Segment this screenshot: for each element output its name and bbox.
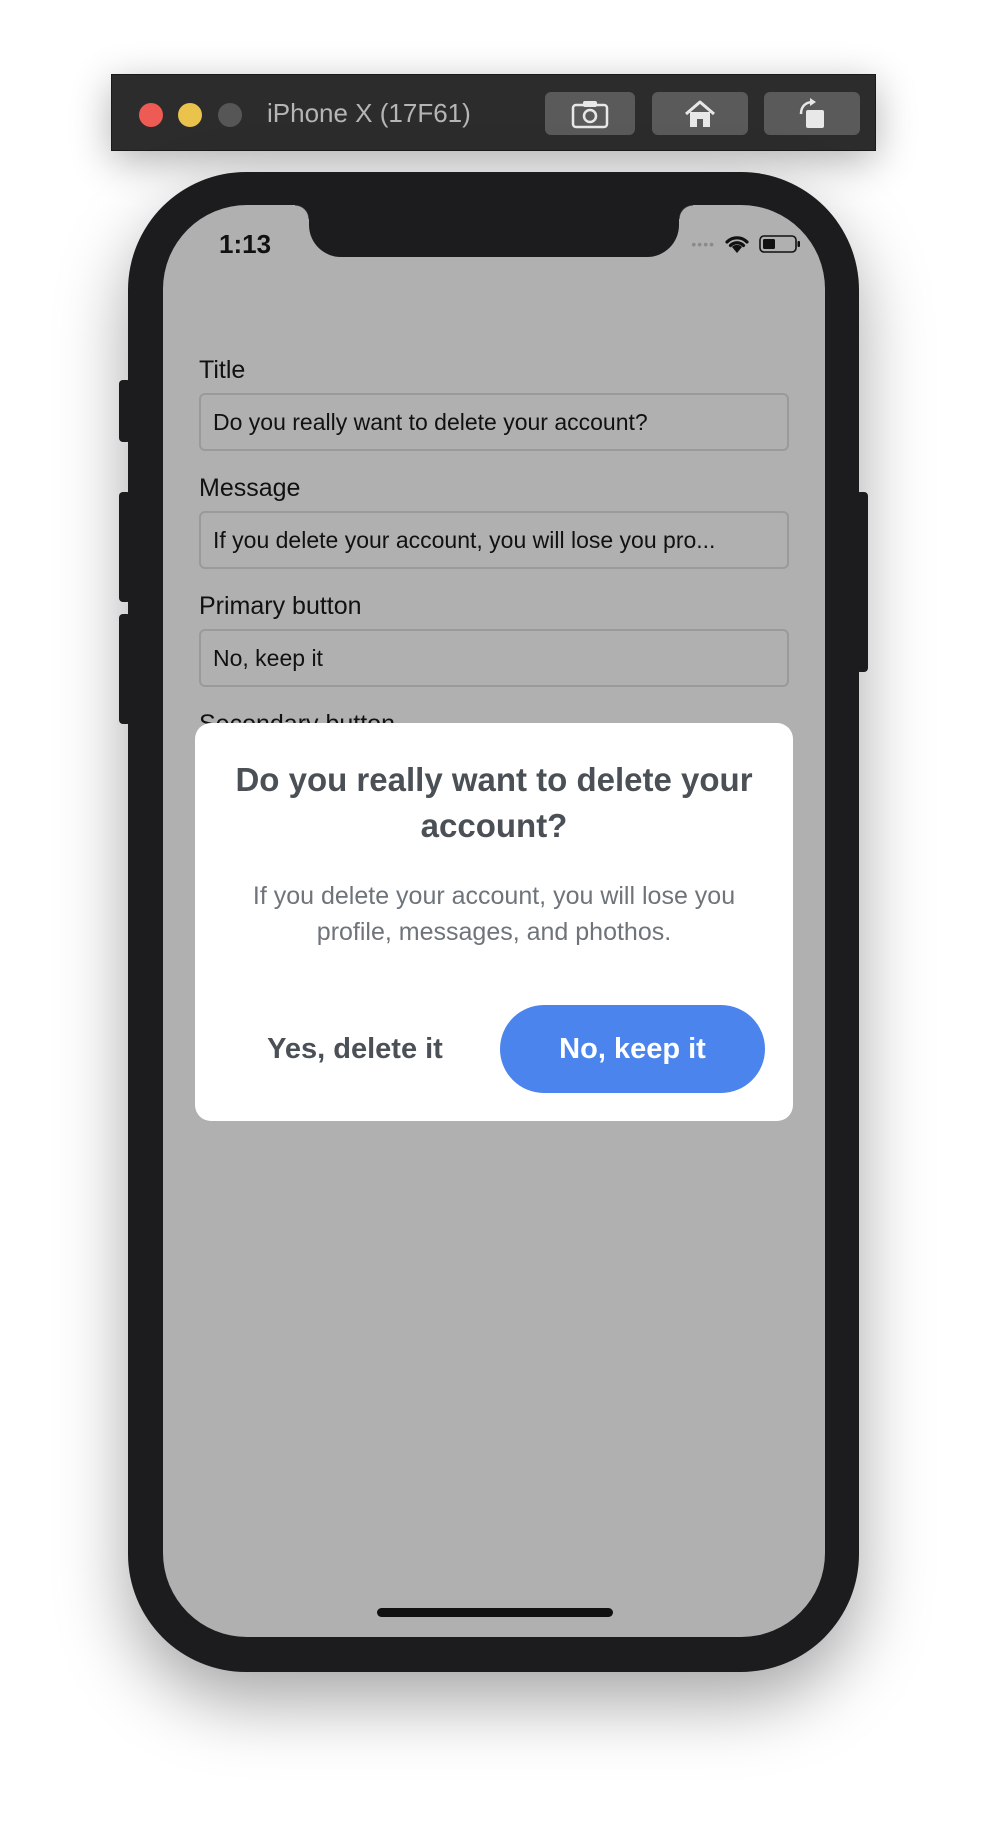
primary-button-label: Primary button xyxy=(199,592,362,620)
rotate-button[interactable] xyxy=(764,92,860,135)
delete-account-button[interactable]: Yes, delete it xyxy=(235,1005,475,1093)
status-icons: •••• xyxy=(691,233,801,255)
dialog-message: If you delete your account, you will los… xyxy=(252,882,736,946)
volume-down-button xyxy=(119,614,131,724)
minimize-window-button[interactable] xyxy=(178,103,202,127)
phone-screen: 1:13 •••• Title Message Primary button S… xyxy=(163,205,825,1637)
zoom-window-button[interactable] xyxy=(218,103,242,127)
home-button[interactable] xyxy=(652,92,748,135)
close-window-button[interactable] xyxy=(139,103,163,127)
confirm-dialog: Do you really want to delete your accoun… xyxy=(195,723,793,1121)
wifi-icon xyxy=(725,236,749,253)
title-input[interactable] xyxy=(199,393,789,451)
screenshot-button[interactable] xyxy=(545,92,635,135)
message-label: Message xyxy=(199,474,301,502)
message-input[interactable] xyxy=(199,511,789,569)
simulator-title: iPhone X (17F61) xyxy=(267,98,471,128)
dialog-title: Do you really want to delete your accoun… xyxy=(235,761,753,844)
mute-switch xyxy=(119,380,131,442)
notch xyxy=(295,205,693,257)
dialog-config-form: Title Message Primary button Secondary b… xyxy=(199,355,789,747)
home-indicator xyxy=(377,1608,613,1617)
title-label: Title xyxy=(199,356,246,384)
keep-account-button[interactable]: No, keep it xyxy=(500,1005,765,1093)
battery-icon xyxy=(759,235,800,253)
power-button xyxy=(856,492,868,672)
rotate-icon xyxy=(799,97,824,128)
volume-up-button xyxy=(119,492,131,602)
signal-icon: •••• xyxy=(691,236,715,252)
primary-button-input[interactable] xyxy=(199,629,789,687)
camera-icon xyxy=(571,100,609,128)
simulator-toolbar: iPhone X (17F61) xyxy=(111,74,876,151)
home-icon xyxy=(685,100,715,127)
status-time: 1:13 xyxy=(219,229,272,259)
